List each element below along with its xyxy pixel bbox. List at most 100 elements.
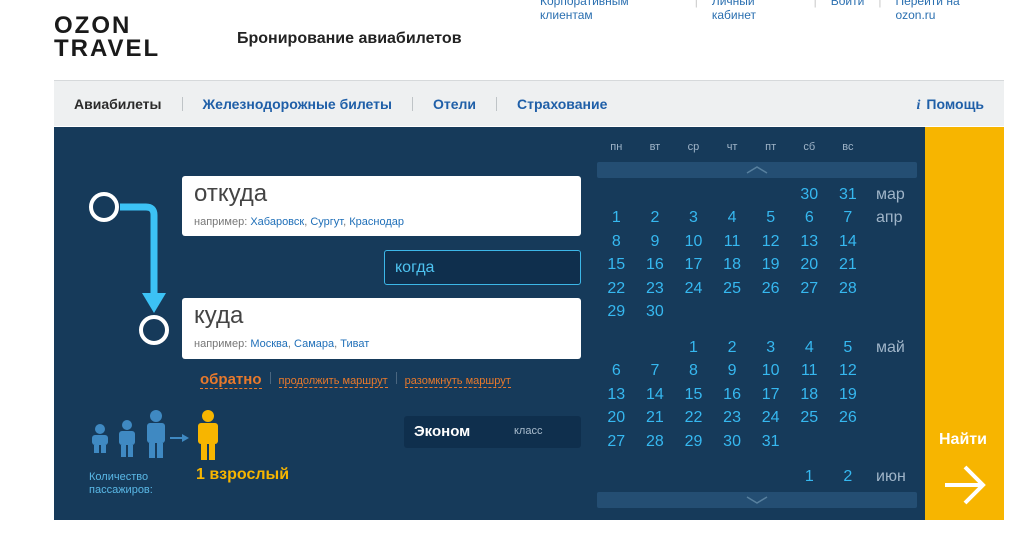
calendar-day[interactable]: 5 — [751, 209, 790, 227]
calendar-scroll-down[interactable] — [597, 492, 917, 508]
calendar-day[interactable]: 25 — [713, 280, 752, 298]
calendar-day[interactable]: 24 — [751, 409, 790, 427]
calendar-day[interactable]: 29 — [674, 433, 713, 451]
calendar-day[interactable]: 25 — [790, 409, 829, 427]
page-title: Бронирование авиабилетов — [237, 30, 462, 47]
calendar-day[interactable]: 2 — [829, 468, 868, 486]
calendar-day[interactable]: 30 — [636, 303, 675, 321]
calendar-day[interactable]: 8 — [674, 362, 713, 380]
destination-placeholder: куда — [194, 302, 244, 329]
logo[interactable]: OZON TRAVEL — [54, 14, 160, 61]
open-jaw-link[interactable]: разомкнуть маршрут — [404, 375, 511, 388]
help-link[interactable]: i Помощь — [917, 96, 984, 114]
origin-example[interactable]: Краснодар — [349, 216, 404, 228]
passengers-value[interactable]: 1 взрослый — [196, 466, 289, 484]
date-field[interactable]: когда — [384, 250, 581, 285]
calendar-day[interactable]: 30 — [713, 433, 752, 451]
calendar-day[interactable]: 27 — [597, 433, 636, 451]
destination-field[interactable]: куда например: Москва, Самара, Тиват — [182, 298, 581, 359]
calendar-day[interactable]: 10 — [751, 362, 790, 380]
calendar-day[interactable]: 9 — [636, 233, 675, 251]
calendar-day[interactable]: 19 — [829, 386, 868, 404]
calendar-day[interactable]: 28 — [636, 433, 675, 451]
ozon-link[interactable]: Перейти на ozon.ru — [895, 0, 1000, 22]
calendar-day[interactable]: 1 — [674, 339, 713, 357]
divider — [395, 372, 397, 384]
corporate-link[interactable]: Корпоративным клиентам — [540, 0, 681, 22]
calendar-day[interactable]: 16 — [713, 386, 752, 404]
continue-route-link[interactable]: продолжить маршрут — [278, 375, 388, 388]
calendar-day[interactable]: 15 — [597, 256, 636, 274]
origin-field[interactable]: откуда например: Хабаровск, Сургут, Крас… — [182, 176, 581, 236]
calendar-day[interactable]: 18 — [713, 256, 752, 274]
calendar-day[interactable]: 2 — [713, 339, 752, 357]
class-selector[interactable]: Эконом класс — [404, 416, 581, 448]
calendar-day[interactable]: 31 — [751, 433, 790, 451]
calendar-day[interactable]: 22 — [674, 409, 713, 427]
calendar-day[interactable]: 22 — [597, 280, 636, 298]
calendar-day[interactable]: 29 — [597, 303, 636, 321]
origin-example[interactable]: Хабаровск — [250, 216, 304, 228]
calendar-day[interactable]: 23 — [636, 280, 675, 298]
calendar-day[interactable]: 14 — [829, 233, 868, 251]
nav-flights[interactable]: Авиабилеты — [54, 96, 182, 112]
calendar-day[interactable]: 27 — [790, 280, 829, 298]
calendar-day[interactable]: 12 — [829, 362, 868, 380]
calendar-day[interactable]: 6 — [790, 209, 829, 227]
calendar-day[interactable]: 6 — [597, 362, 636, 380]
calendar-day[interactable]: 13 — [597, 386, 636, 404]
calendar-week: 15 16 17 18 19 20 21 — [597, 254, 917, 278]
calendar-day[interactable]: 7 — [636, 362, 675, 380]
calendar-day[interactable]: 28 — [829, 280, 868, 298]
calendar-day[interactable]: 30 — [790, 186, 829, 204]
destination-example[interactable]: Москва — [250, 338, 288, 350]
calendar-day[interactable]: 10 — [674, 233, 713, 251]
month-label: май — [876, 338, 905, 356]
calendar-day[interactable]: 8 — [597, 233, 636, 251]
calendar-day[interactable]: 1 — [790, 468, 829, 486]
calendar-day[interactable]: 13 — [790, 233, 829, 251]
calendar-day[interactable]: 20 — [597, 409, 636, 427]
calendar-day[interactable]: 3 — [751, 339, 790, 357]
nav-hotels[interactable]: Отели — [413, 96, 496, 112]
calendar-day[interactable]: 1 — [597, 209, 636, 227]
top-links: Корпоративным клиентам | Личный кабинет … — [540, 0, 1000, 22]
search-button[interactable]: Найти — [925, 127, 1004, 520]
calendar-day[interactable]: 7 — [829, 209, 868, 227]
calendar-day[interactable]: 17 — [674, 256, 713, 274]
calendar-day[interactable]: 24 — [674, 280, 713, 298]
calendar-day[interactable]: 21 — [829, 256, 868, 274]
login-link[interactable]: Войти — [831, 0, 865, 8]
nav-insurance[interactable]: Страхование — [497, 96, 627, 112]
calendar-day[interactable]: 17 — [751, 386, 790, 404]
calendar-day[interactable]: 3 — [674, 209, 713, 227]
calendar-day[interactable]: 19 — [751, 256, 790, 274]
destination-example[interactable]: Тиват — [340, 338, 369, 350]
calendar-day[interactable]: 16 — [636, 256, 675, 274]
calendar-day[interactable]: 11 — [713, 233, 752, 251]
calendar-day[interactable]: 23 — [713, 409, 752, 427]
calendar-day[interactable]: 9 — [713, 362, 752, 380]
account-link[interactable]: Личный кабинет — [712, 0, 800, 22]
calendar-day[interactable]: 2 — [636, 209, 675, 227]
info-icon: i — [916, 98, 921, 113]
destination-example[interactable]: Самара — [294, 338, 334, 350]
calendar-day[interactable]: 26 — [829, 409, 868, 427]
nav-trains[interactable]: Железнодорожные билеты — [183, 96, 412, 112]
return-trip-link[interactable]: обратно — [200, 371, 262, 389]
calendar-day[interactable]: 15 — [674, 386, 713, 404]
calendar-day[interactable]: 11 — [790, 362, 829, 380]
calendar-day[interactable]: 18 — [790, 386, 829, 404]
calendar-scroll-up[interactable] — [597, 162, 917, 178]
calendar-day[interactable]: 26 — [751, 280, 790, 298]
calendar-day[interactable]: 5 — [829, 339, 868, 357]
calendar-day[interactable]: 4 — [713, 209, 752, 227]
calendar-day[interactable]: 12 — [751, 233, 790, 251]
passenger-selector-icon[interactable] — [90, 408, 226, 462]
calendar-day[interactable]: 4 — [790, 339, 829, 357]
calendar-day[interactable]: 31 — [829, 186, 868, 204]
calendar-day[interactable]: 20 — [790, 256, 829, 274]
calendar-day[interactable]: 21 — [636, 409, 675, 427]
origin-example[interactable]: Сургут — [310, 216, 343, 228]
calendar-day[interactable]: 14 — [636, 386, 675, 404]
